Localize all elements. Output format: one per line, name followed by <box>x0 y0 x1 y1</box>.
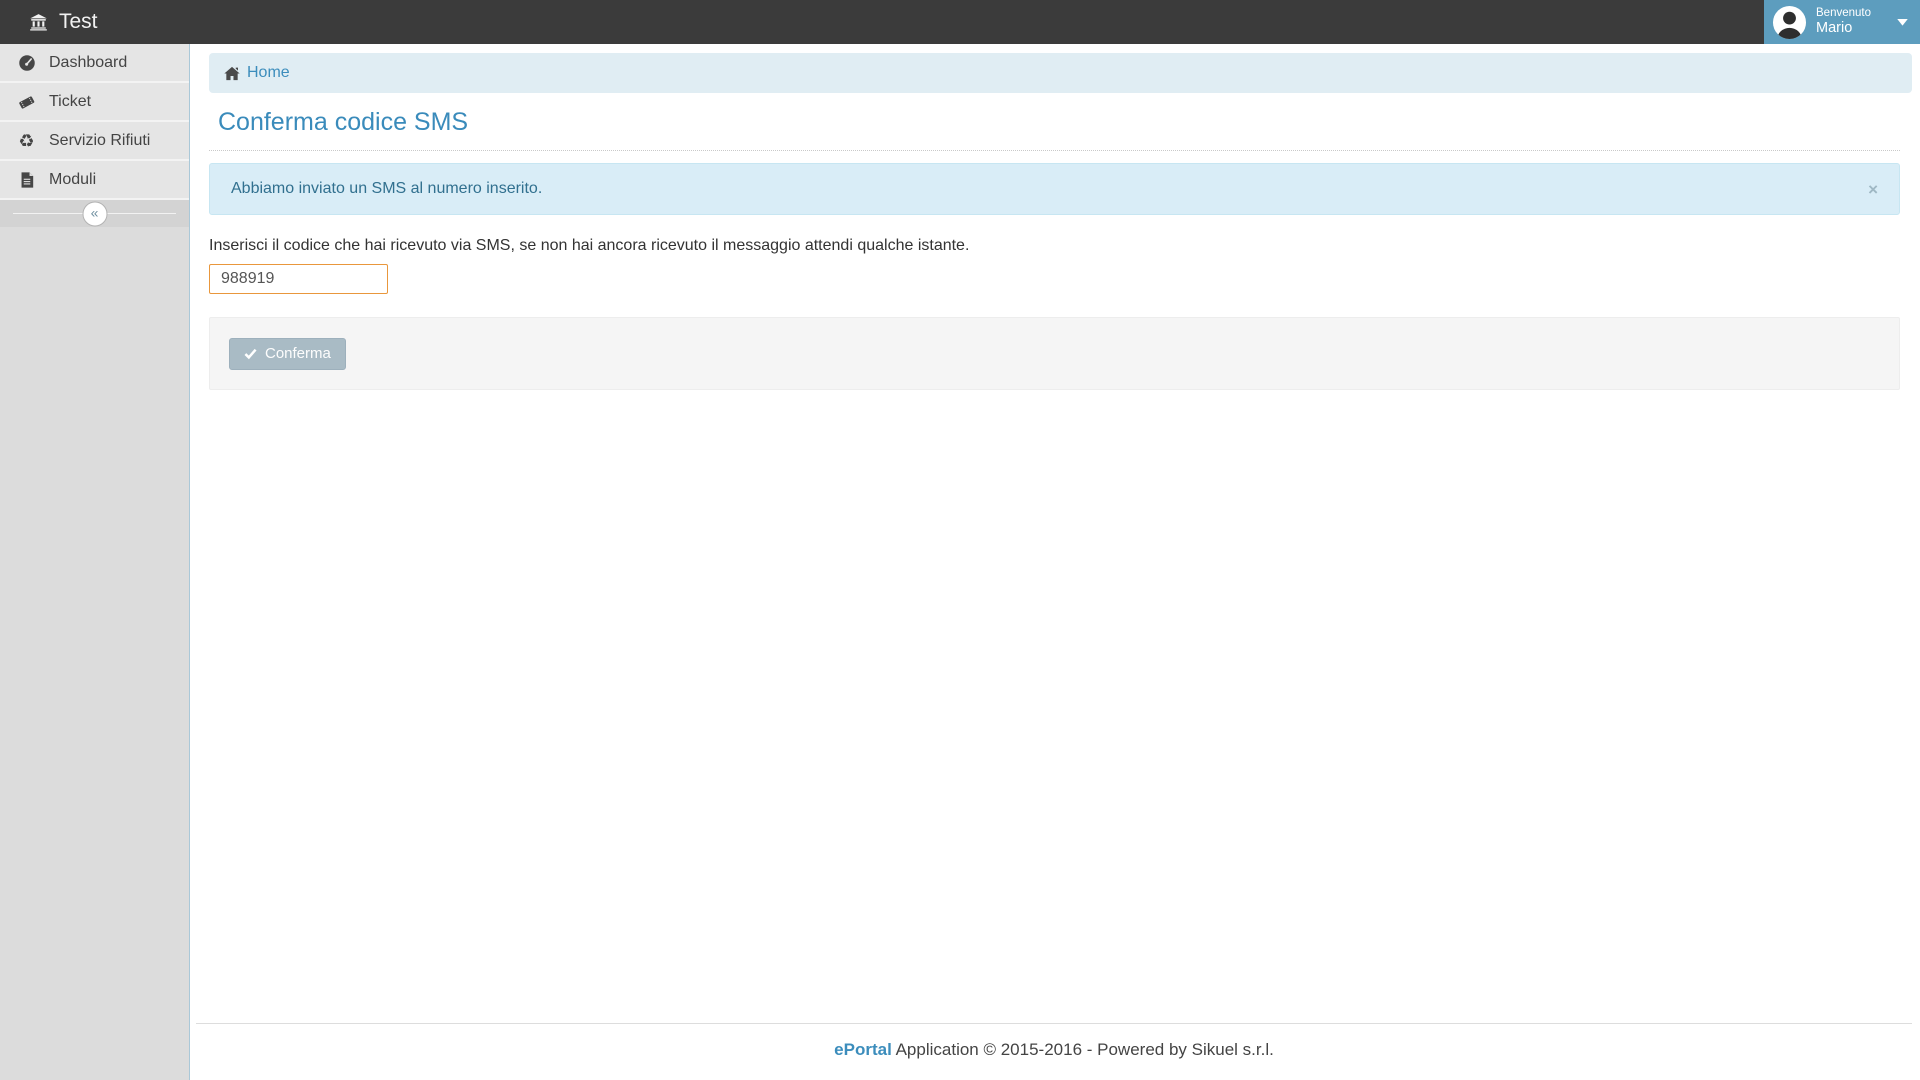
sidebar-item-label: Servizio Rifiuti <box>49 132 150 150</box>
footer-text: Application © 2015-2016 - Powered by Sik… <box>896 1040 1274 1059</box>
footer-brand: ePortal <box>834 1040 892 1059</box>
confirm-button[interactable]: Conferma <box>229 338 346 370</box>
app-logo[interactable]: Test <box>0 10 98 34</box>
recycle-icon: ♻ <box>17 132 36 150</box>
chevron-down-icon <box>1897 19 1908 26</box>
collapse-left-icon: « <box>91 206 99 220</box>
user-greeting: Benvenuto <box>1816 7 1871 21</box>
user-menu[interactable]: Benvenuto Mario <box>1764 0 1920 44</box>
actions-panel: Conferma <box>209 317 1900 390</box>
footer: ePortal Application © 2015-2016 - Powere… <box>196 1023 1912 1060</box>
ticket-icon <box>17 93 36 111</box>
info-alert: Abbiamo inviato un SMS al numero inserit… <box>209 163 1900 215</box>
sidebar-item-label: Ticket <box>49 93 91 111</box>
page-title: Conferma codice SMS <box>218 107 1900 137</box>
sms-code-input[interactable] <box>209 264 388 294</box>
alert-close-icon[interactable]: × <box>1868 181 1878 198</box>
confirm-button-label: Conferma <box>265 345 331 362</box>
bank-icon <box>29 10 48 34</box>
top-bar: Test Benvenuto Mario <box>0 0 1920 44</box>
breadcrumb-home-link[interactable]: Home <box>224 64 290 82</box>
dashboard-icon <box>17 54 36 72</box>
user-name: Mario <box>1816 20 1871 37</box>
sidebar-collapse-band: « <box>0 200 189 227</box>
avatar <box>1772 5 1807 40</box>
sidebar-item-servizio-rifiuti[interactable]: ♻ Servizio Rifiuti <box>0 122 189 161</box>
sidebar: Dashboard Ticket ♻ Servizio Rifiuti <box>0 44 190 1080</box>
sidebar-collapse-button[interactable]: « <box>82 201 107 226</box>
file-text-icon <box>17 171 36 189</box>
main-content: Home Conferma codice SMS Abbiamo inviato… <box>190 44 1920 1080</box>
sidebar-item-label: Moduli <box>49 171 96 189</box>
instruction-text: Inserisci il codice che hai ricevuto via… <box>209 237 1900 255</box>
home-icon <box>224 66 240 81</box>
sidebar-item-ticket[interactable]: Ticket <box>0 83 189 122</box>
breadcrumb: Home <box>209 53 1912 93</box>
check-icon <box>244 347 257 360</box>
title-separator <box>209 150 1900 151</box>
breadcrumb-home-label: Home <box>247 64 290 82</box>
sidebar-item-dashboard[interactable]: Dashboard <box>0 44 189 83</box>
sidebar-item-moduli[interactable]: Moduli <box>0 161 189 200</box>
alert-message: Abbiamo inviato un SMS al numero inserit… <box>231 180 542 198</box>
user-info: Benvenuto Mario <box>1816 7 1871 38</box>
sidebar-item-label: Dashboard <box>49 54 127 72</box>
app-name: Test <box>59 10 98 34</box>
